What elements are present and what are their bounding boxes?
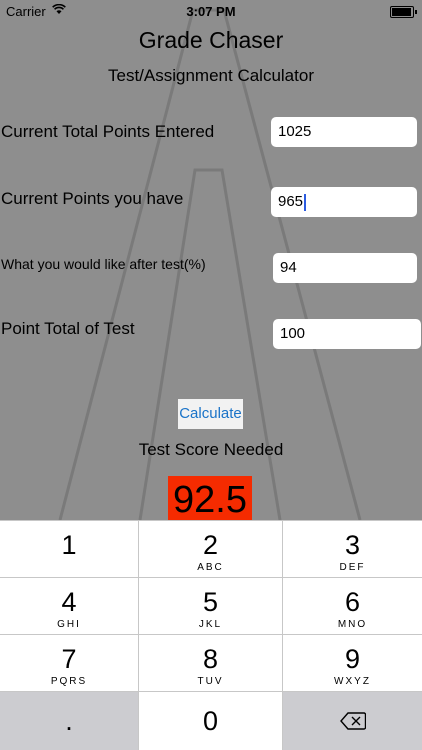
key-4[interactable]: 4 GHI [0, 578, 138, 634]
current-points-label: Current Points you have [1, 189, 184, 208]
key-5-digit: 5 [202, 587, 219, 617]
target-percent-value: 94 [280, 259, 297, 276]
key-2[interactable]: 2 ABC [139, 521, 282, 577]
key-0[interactable]: 0 [139, 692, 282, 750]
target-percent-label: What you would like after test(%) [1, 256, 206, 272]
key-9-letters: WXYZ [334, 676, 371, 687]
key-4-letters: GHI [57, 619, 81, 630]
current-points-input[interactable]: 965 [271, 187, 417, 217]
key-6[interactable]: 6 MNO [283, 578, 422, 634]
total-points-value: 1025 [278, 123, 312, 140]
key-8[interactable]: 8 TUV [139, 635, 282, 691]
key-2-digit: 2 [202, 530, 219, 560]
current-points-value: 965 [278, 193, 304, 210]
calculate-button[interactable]: Calculate [178, 399, 243, 429]
decimal-key-label: . [65, 706, 73, 736]
key-7-letters: PQRS [50, 676, 88, 687]
battery-icon [390, 6, 417, 18]
key-5[interactable]: 5 JKL [139, 578, 282, 634]
key-7[interactable]: 7 PQRS [0, 635, 138, 691]
app-subtitle: Test/Assignment Calculator [108, 66, 314, 85]
key-1[interactable]: 1 [0, 521, 138, 577]
key-0-digit: 0 [202, 706, 219, 736]
key-3[interactable]: 3 DEF [283, 521, 422, 577]
target-percent-input[interactable]: 94 [273, 253, 417, 283]
key-9[interactable]: 9 WXYZ [283, 635, 422, 691]
score-needed-value: 92.5 [168, 476, 252, 520]
key-2-letters: ABC [197, 562, 224, 573]
test-total-input[interactable]: 100 [273, 319, 421, 349]
text-cursor [304, 193, 307, 211]
clock: 3:07 PM [186, 4, 236, 19]
key-3-letters: DEF [339, 562, 366, 573]
key-1-digit: 1 [61, 530, 77, 560]
total-points-label: Current Total Points Entered [1, 122, 215, 141]
key-3-digit: 3 [344, 530, 361, 560]
key-4-digit: 4 [61, 587, 77, 617]
key-6-digit: 6 [344, 587, 361, 617]
key-5-letters: JKL [198, 619, 223, 630]
test-total-label: Point Total of Test [1, 319, 135, 338]
key-8-digit: 8 [202, 644, 219, 674]
numeric-keypad: 1 2 ABC 3 DEF 4 GHI 5 JKL 6 MNO 7 PQRS 8 TUV 9 W… [0, 520, 422, 750]
backspace-icon [339, 712, 366, 730]
status-bar: Carrier 3:07 PM [0, 0, 422, 22]
decimal-key[interactable]: . [0, 692, 138, 750]
key-8-letters: TUV [197, 676, 224, 687]
score-needed-label: Test Score Needed [138, 440, 284, 459]
test-total-value: 100 [280, 325, 306, 342]
key-6-letters: MNO [337, 619, 368, 630]
app-title: Grade Chaser [138, 27, 284, 53]
key-7-digit: 7 [61, 644, 77, 674]
delete-key[interactable] [283, 692, 422, 750]
total-points-input[interactable]: 1025 [271, 117, 417, 147]
key-9-digit: 9 [344, 644, 361, 674]
